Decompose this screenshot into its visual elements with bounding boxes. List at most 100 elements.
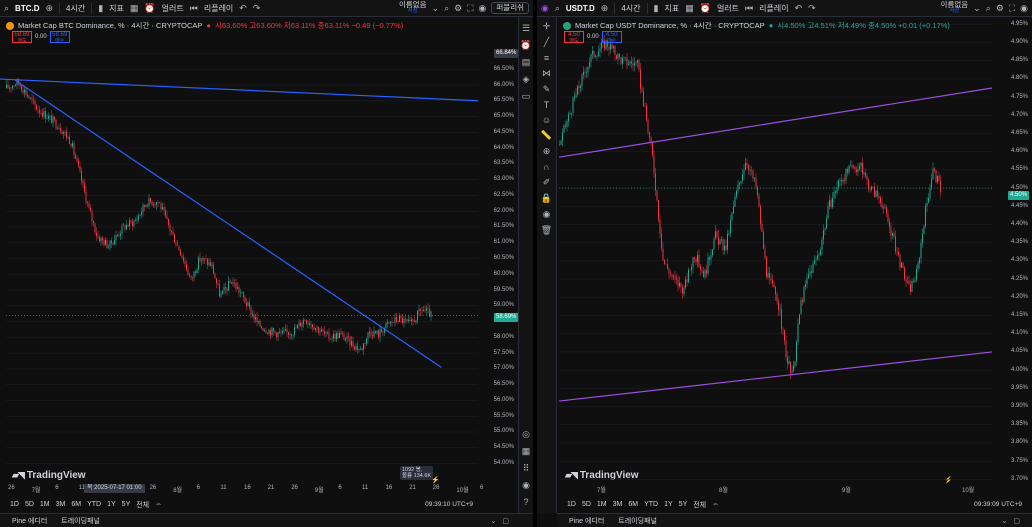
candle-body <box>184 261 186 264</box>
candle-body <box>40 112 42 114</box>
candle-body <box>719 239 721 245</box>
candle-body <box>193 271 195 278</box>
candle-body <box>144 204 145 207</box>
sell-button[interactable]: 58.69 매도 <box>12 31 32 44</box>
candle-body <box>217 283 219 285</box>
candle-body <box>313 327 315 330</box>
candle-body <box>388 322 390 324</box>
candle-body <box>132 221 133 226</box>
candle-body <box>832 198 833 207</box>
candle-body <box>9 87 10 89</box>
candle-body <box>805 284 806 288</box>
candle-body <box>294 327 295 335</box>
candle-body <box>145 205 147 207</box>
usdt-logo-icon <box>563 21 571 30</box>
candle-body <box>421 310 423 311</box>
candle-body <box>862 162 863 175</box>
channel-line[interactable] <box>558 87 993 158</box>
candle-body <box>333 334 334 339</box>
candle-body <box>249 302 250 307</box>
candle-body <box>301 323 303 327</box>
candle-body <box>560 140 562 145</box>
candle-body <box>598 51 599 57</box>
candle-body <box>120 233 121 236</box>
buy-button[interactable]: 4.50 매수 <box>601 31 622 44</box>
candle-body <box>673 276 674 277</box>
candle-body <box>172 231 174 235</box>
candle-body <box>661 233 662 249</box>
candle-body <box>679 283 680 287</box>
candle-body <box>255 317 256 320</box>
candle-body <box>721 239 722 241</box>
candle-body <box>118 234 120 236</box>
candle-body <box>794 361 796 366</box>
candle-body <box>590 54 592 62</box>
candle-body <box>713 238 715 250</box>
candle-body <box>752 170 754 179</box>
candle-body <box>865 172 866 177</box>
candle-body <box>563 125 565 133</box>
candle-body <box>325 331 327 334</box>
candle-body <box>569 113 571 115</box>
candle-body <box>178 245 180 251</box>
candle-body <box>321 329 322 332</box>
candle-body <box>55 119 57 128</box>
candle-body <box>929 188 931 199</box>
legend-title[interactable]: Market Cap BTC Dominance, % · 4시간 · CRYP… <box>18 20 202 31</box>
candle-body <box>925 206 926 227</box>
candle-body <box>751 169 752 171</box>
order-buttons: 58.69 매도 0.00 58.69 매수 <box>12 31 70 44</box>
candle-body <box>581 74 583 87</box>
candle-body <box>37 109 39 111</box>
legend-ohlc: 시63.60% 고63.60% 저63.11% 종63.11% −0.49 (−… <box>214 21 404 30</box>
candle-body <box>328 332 330 340</box>
candle-body <box>793 365 794 372</box>
candle-body <box>67 137 69 138</box>
channel-line[interactable] <box>558 351 993 402</box>
candle-body <box>162 207 163 210</box>
buy-button[interactable]: 58.69 매수 <box>49 31 70 44</box>
candle-body <box>46 118 48 120</box>
candle-body <box>893 233 895 237</box>
candle-body <box>175 242 177 245</box>
candle-body <box>279 332 280 333</box>
usdt-dominance-chart[interactable] <box>537 0 1032 527</box>
candle-body <box>129 220 130 227</box>
sell-button[interactable]: 4.50 매도 <box>564 31 584 44</box>
candles <box>6 78 432 356</box>
candle-body <box>686 279 688 283</box>
candle-body <box>742 174 743 181</box>
candle-body <box>43 110 45 117</box>
candle-body <box>926 202 928 207</box>
candle-body <box>671 274 673 277</box>
candle-body <box>265 330 267 333</box>
candle-body <box>157 202 159 203</box>
candle-body <box>315 327 316 330</box>
grid <box>6 53 478 464</box>
candle-body <box>839 179 841 181</box>
spread-value: 0.00 <box>35 34 47 40</box>
trend-line[interactable] <box>0 78 479 102</box>
candle-body <box>264 330 265 332</box>
candle-body <box>336 333 337 340</box>
candle-body <box>357 345 358 351</box>
legend-title[interactable]: Market Cap USDT Dominance, % · 4시간 · CRY… <box>575 20 765 31</box>
candle-body <box>139 214 141 216</box>
candle-body <box>180 250 181 256</box>
candle-body <box>76 158 78 161</box>
candle-body <box>716 231 718 237</box>
candle-body <box>784 329 785 341</box>
candle-body <box>889 221 890 227</box>
candle-body <box>814 260 815 264</box>
candle-body <box>628 64 629 65</box>
candle-body <box>902 262 904 268</box>
candle-body <box>614 46 616 55</box>
btc-dominance-chart[interactable] <box>0 0 533 527</box>
candle-body <box>815 259 817 261</box>
candle-body <box>922 233 923 243</box>
candle-body <box>307 323 309 324</box>
candle-body <box>138 215 139 220</box>
candle-body <box>33 99 34 101</box>
trend-line[interactable] <box>14 79 442 368</box>
candle-body <box>755 178 757 188</box>
